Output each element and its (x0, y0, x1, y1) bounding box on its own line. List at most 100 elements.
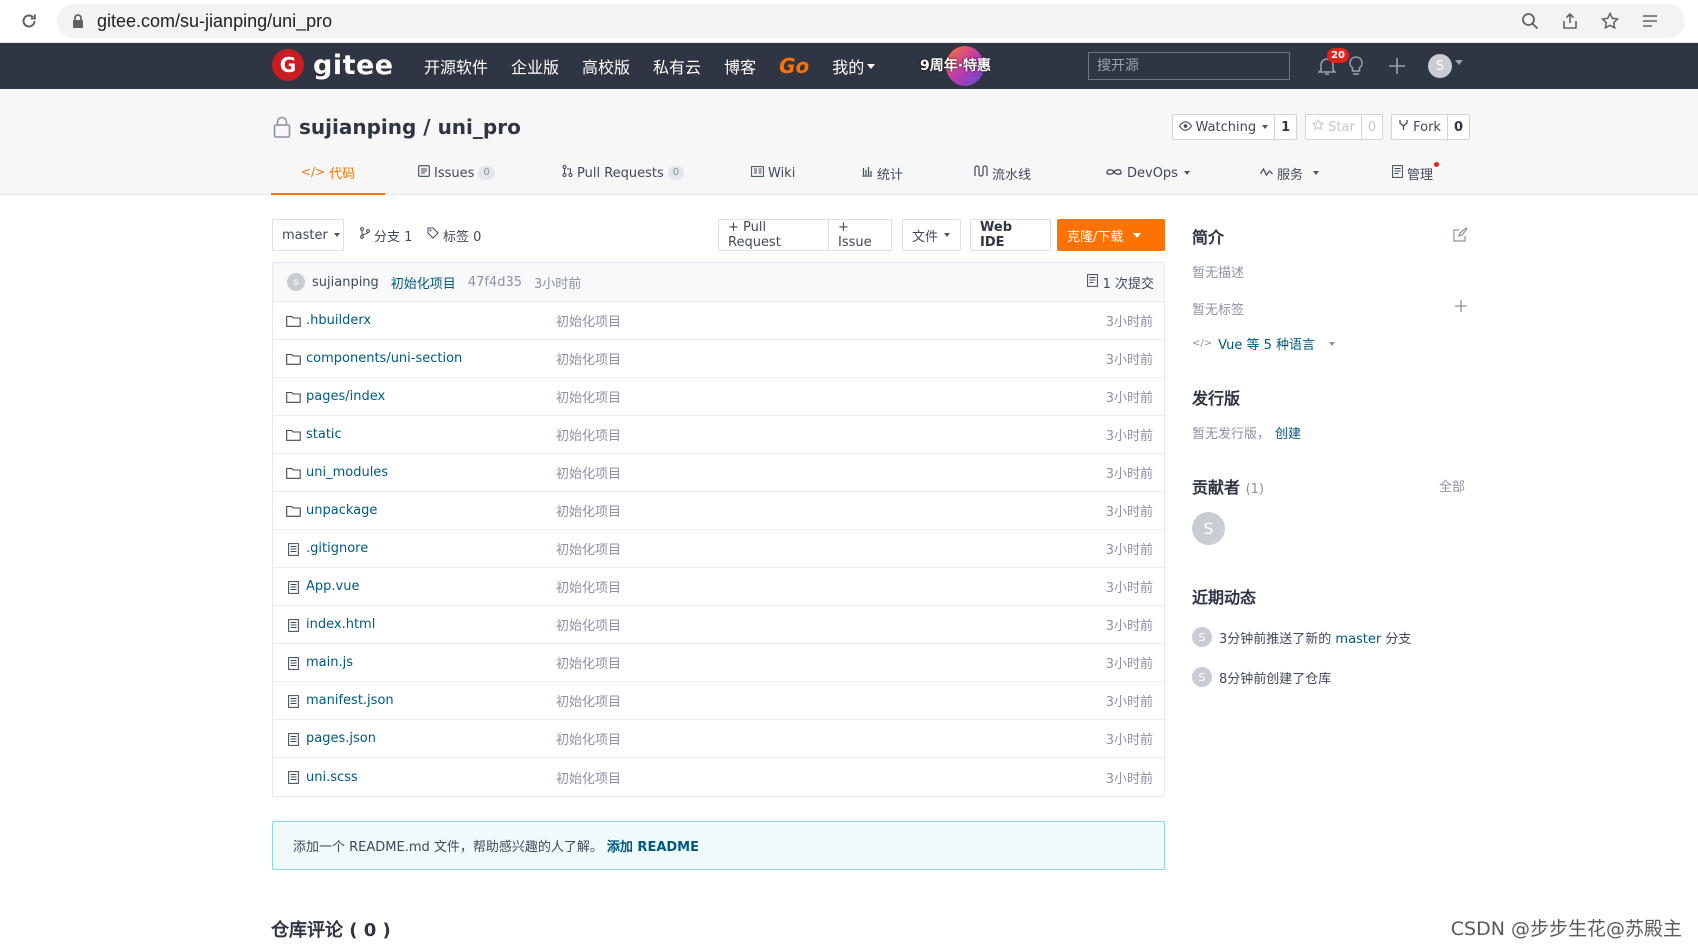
file-commit-message[interactable]: 初始化项目 (556, 425, 621, 444)
file-commit-time: 3小时前 (1105, 771, 1153, 787)
fork-button[interactable]: Fork 0 (1391, 114, 1470, 140)
file-name[interactable]: App.vue (306, 579, 359, 594)
file-commit-message[interactable]: 初始化项目 (556, 768, 621, 787)
nav-open-source[interactable]: 开源软件 (424, 54, 488, 78)
tab-pipeline[interactable]: 流水线 (974, 151, 1031, 195)
branch-select[interactable]: master (272, 219, 344, 251)
activity-avatar[interactable]: S (1192, 627, 1212, 647)
branches-link[interactable]: 分支 1 (360, 219, 412, 251)
tab-manage-label: 管理 (1407, 167, 1434, 183)
nav-enterprise[interactable]: 企业版 (511, 54, 559, 78)
file-name[interactable]: uni_modules (306, 465, 388, 480)
anniversary-promo[interactable]: 9周年·特惠 (920, 46, 1002, 86)
file-commit-message[interactable]: 初始化项目 (556, 387, 621, 406)
file-commit-message[interactable]: 初始化项目 (556, 691, 621, 710)
commit-sha[interactable]: 47f4d35 (468, 275, 522, 290)
star-button[interactable]: Star 0 (1305, 114, 1384, 140)
new-issue-button[interactable]: + Issue (828, 219, 892, 251)
gitee-logo[interactable]: G gitee (272, 49, 394, 81)
address-bar[interactable]: gitee.com/su-jianping/uni_pro (57, 4, 1685, 38)
file-icon (285, 617, 301, 633)
reload-icon[interactable] (19, 11, 39, 31)
file-commit-time: 3小时前 (1105, 543, 1153, 558)
file-name[interactable]: pages/index (306, 389, 385, 404)
file-commit-message[interactable]: 初始化项目 (556, 463, 621, 482)
all-contributors-link[interactable]: 全部 (1439, 476, 1465, 495)
activity-branch-link[interactable]: master (1335, 632, 1381, 647)
file-commit-message[interactable]: 初始化项目 (556, 653, 621, 672)
project-name[interactable]: uni_pro (438, 115, 521, 139)
search-input[interactable] (1088, 52, 1290, 80)
file-name[interactable]: static (306, 427, 342, 442)
star-count[interactable]: 0 (1360, 115, 1382, 139)
commit-message[interactable]: 初始化项目 (391, 273, 456, 292)
file-commit-message[interactable]: 初始化项目 (556, 729, 621, 748)
file-commit-message[interactable]: 初始化项目 (556, 539, 621, 558)
new-pull-request-button[interactable]: + Pull Request (718, 219, 829, 251)
file-commit-message[interactable]: 初始化项目 (556, 311, 621, 330)
tab-stats[interactable]: 统计 (861, 151, 903, 195)
branch-icon (360, 227, 370, 243)
language-link[interactable]: </> Vue 等 5 种语言 (1192, 334, 1336, 353)
web-ide-button[interactable]: Web IDE (970, 219, 1051, 251)
site-header: G gitee 开源软件 企业版 高校版 私有云 博客 Go 我的 9周年·特惠… (0, 43, 1698, 89)
file-commit-message[interactable]: 初始化项目 (556, 501, 621, 520)
share-icon[interactable] (1559, 10, 1581, 32)
create-release-link[interactable]: 创建 (1275, 427, 1301, 442)
watch-button[interactable]: Watching 1 (1171, 114, 1298, 140)
lightbulb-icon[interactable] (1344, 54, 1368, 78)
tab-services[interactable]: 服务 (1259, 151, 1320, 195)
file-name[interactable]: index.html (306, 617, 375, 632)
project-owner[interactable]: sujianping (299, 115, 416, 139)
clone-download-button[interactable]: 克隆/下载 (1057, 219, 1165, 251)
file-name[interactable]: main.js (306, 655, 353, 670)
star-icon (1312, 118, 1325, 135)
fork-label: Fork (1413, 119, 1441, 135)
avatar-caret-icon[interactable] (1455, 60, 1463, 65)
tags-link[interactable]: 标签 0 (427, 219, 481, 251)
nav-mine[interactable]: 我的 (832, 54, 876, 78)
plus-icon[interactable] (1385, 54, 1409, 78)
file-name[interactable]: components/uni-section (306, 351, 462, 366)
folder-icon (285, 313, 301, 329)
clone-label: 克隆/下载 (1067, 229, 1124, 245)
tab-manage[interactable]: 管理 (1392, 151, 1440, 195)
watch-count[interactable]: 1 (1274, 115, 1296, 139)
tab-pull-requests[interactable]: Pull Requests 0 (562, 151, 685, 195)
zoom-icon[interactable] (1519, 10, 1541, 32)
nav-private-cloud[interactable]: 私有云 (653, 54, 701, 78)
commit-author-avatar[interactable]: s (287, 273, 305, 291)
private-lock-icon (271, 115, 293, 139)
add-readme-link[interactable]: 添加 README (607, 836, 699, 855)
activity-avatar[interactable]: S (1192, 667, 1212, 687)
fork-count[interactable]: 0 (1446, 115, 1469, 139)
file-menu-button[interactable]: 文件 (902, 219, 961, 251)
tab-devops[interactable]: DevOps (1105, 151, 1190, 195)
file-name[interactable]: .gitignore (306, 541, 368, 556)
contributor-avatar[interactable]: S (1192, 512, 1225, 545)
releases-title: 发行版 (1192, 389, 1241, 408)
nav-blog[interactable]: 博客 (724, 54, 756, 78)
tab-issues[interactable]: Issues 0 (418, 151, 495, 195)
notification-bell-icon[interactable]: 20 (1315, 48, 1349, 78)
commit-author[interactable]: sujianping (312, 275, 379, 290)
file-commit-message[interactable]: 初始化项目 (556, 615, 621, 634)
bookmark-star-icon[interactable] (1599, 10, 1621, 32)
file-name[interactable]: pages.json (306, 731, 376, 746)
tab-code[interactable]: </> 代码 (271, 151, 385, 195)
file-commit-message[interactable]: 初始化项目 (556, 349, 621, 368)
menu-icon[interactable] (1639, 10, 1661, 32)
chevron-down-icon (1262, 125, 1269, 129)
file-name[interactable]: .hbuilderx (306, 313, 371, 328)
file-name[interactable]: uni.scss (306, 770, 358, 785)
tab-wiki[interactable]: Wiki (751, 151, 795, 195)
nav-education[interactable]: 高校版 (582, 54, 630, 78)
nav-go[interactable]: Go (779, 54, 809, 78)
file-name[interactable]: unpackage (306, 503, 377, 518)
file-name[interactable]: manifest.json (306, 693, 394, 708)
add-tag-icon[interactable] (1454, 299, 1468, 317)
commit-count-link[interactable]: 1 次提交 (1086, 263, 1154, 302)
edit-icon[interactable] (1452, 227, 1468, 247)
file-commit-message[interactable]: 初始化项目 (556, 577, 621, 596)
user-avatar[interactable]: S (1428, 54, 1452, 78)
